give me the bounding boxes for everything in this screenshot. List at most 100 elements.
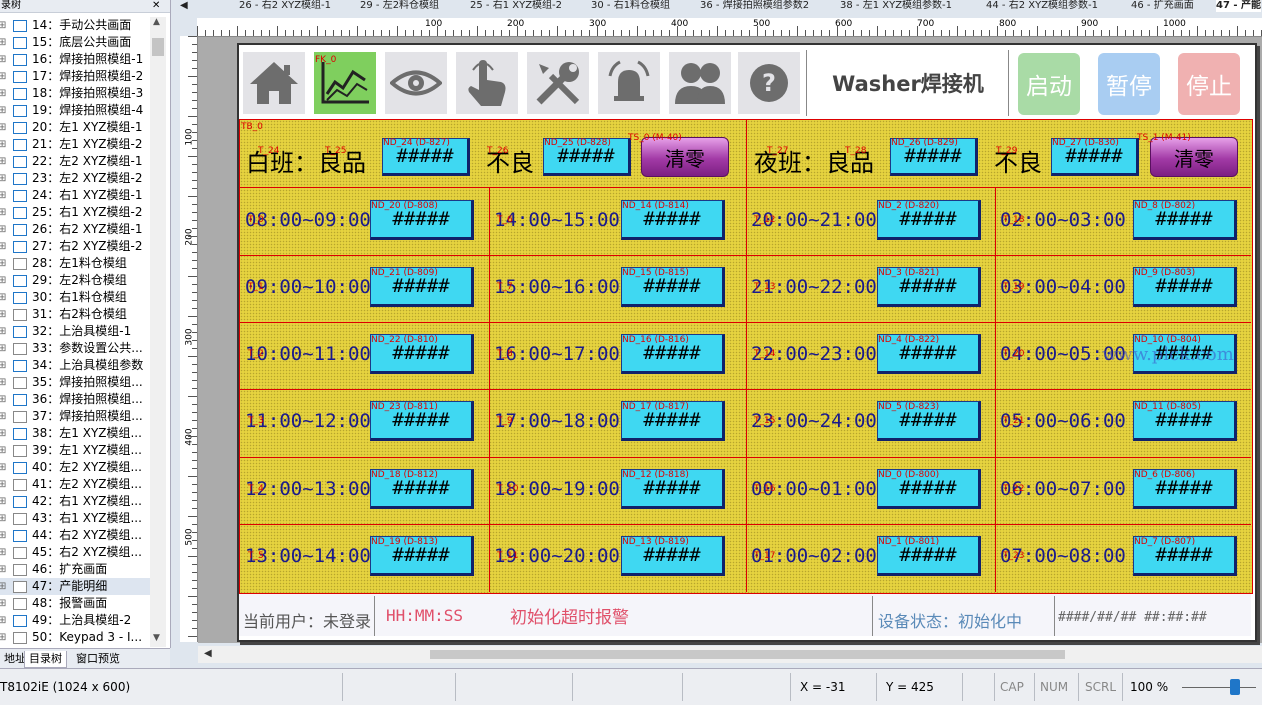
tree-item[interactable]: ⊞ 34：上治具模组参数 [0, 357, 150, 374]
tree-item[interactable]: ⊞ 47：产能明细 [0, 578, 150, 595]
tree-item[interactable]: ⊞ 18：焊接拍照模组-3 [0, 85, 150, 102]
tools-button[interactable] [527, 52, 589, 114]
tree-item[interactable]: ⊞ 26：右2 XYZ模组-1 [0, 221, 150, 238]
tree-item[interactable]: ⊞ 38：左1 XYZ模组... [0, 425, 150, 442]
expand-icon[interactable]: ⊞ [0, 476, 6, 493]
home-button[interactable] [243, 52, 305, 114]
day-clear-button[interactable]: 清零 [641, 137, 729, 177]
doc-tab[interactable]: 26 - 右2 XYZ模组-1 [239, 0, 331, 12]
expand-icon[interactable]: ⊞ [0, 272, 6, 289]
expand-icon[interactable]: ⊞ [0, 238, 6, 255]
tree-item[interactable]: ⊞ 31：右2料仓模组 [0, 306, 150, 323]
manual-button[interactable] [456, 52, 518, 114]
doc-tab[interactable]: 29 - 左2料仓模组 [360, 0, 439, 12]
tree-item[interactable]: ⊞ 35：焊接拍照模组... [0, 374, 150, 391]
expand-icon[interactable]: ⊞ [0, 391, 6, 408]
tree-item[interactable]: ⊞ 29：左2料仓模组 [0, 272, 150, 289]
expand-icon[interactable]: ⊞ [0, 595, 6, 612]
expand-icon[interactable]: ⊞ [0, 170, 6, 187]
expand-icon[interactable]: ⊞ [0, 306, 6, 323]
doc-tab-active[interactable]: 47 - 产能 [1216, 0, 1262, 12]
expand-icon[interactable]: ⊞ [0, 17, 6, 34]
doc-tab[interactable]: 30 - 右1料仓模组 [591, 0, 670, 12]
tree-item[interactable]: ⊞ 22：左2 XYZ模组-1 [0, 153, 150, 170]
expand-icon[interactable]: ⊞ [0, 374, 6, 391]
tree-item[interactable]: ⊞ 37：焊接拍照模组... [0, 408, 150, 425]
tab-scroll-left-icon[interactable]: ◀ [180, 0, 188, 12]
expand-icon[interactable]: ⊞ [0, 561, 6, 578]
expand-icon[interactable]: ⊞ [0, 340, 6, 357]
expand-icon[interactable]: ⊞ [0, 187, 6, 204]
expand-icon[interactable]: ⊞ [0, 102, 6, 119]
expand-icon[interactable]: ⊞ [0, 442, 6, 459]
expand-icon[interactable]: ⊞ [0, 136, 6, 153]
tree-item[interactable]: ⊞ 42：右1 XYZ模组... [0, 493, 150, 510]
tree-item[interactable]: ⊞ 41：左2 XYZ模组... [0, 476, 150, 493]
tree-item[interactable]: ⊞ 39：左1 XYZ模组... [0, 442, 150, 459]
tree-item[interactable]: ⊞ 44：右2 XYZ模组... [0, 527, 150, 544]
tree-item[interactable]: ⊞ 36：焊接拍照模组... [0, 391, 150, 408]
tree-item[interactable]: ⊞ 20：左1 XYZ模组-1 [0, 119, 150, 136]
users-button[interactable] [669, 52, 731, 114]
tree-item[interactable]: ⊞ 27：右2 XYZ模组-2 [0, 238, 150, 255]
expand-icon[interactable]: ⊞ [0, 578, 6, 595]
expand-icon[interactable]: ⊞ [0, 221, 6, 238]
canvas-scroll-thumb[interactable] [430, 650, 1065, 659]
pause-button[interactable]: 暂停 [1098, 53, 1160, 115]
expand-icon[interactable]: ⊞ [0, 425, 6, 442]
scroll-down-icon[interactable]: ▼ [153, 633, 160, 643]
tab-directory-tree[interactable]: 目录树 [24, 651, 67, 668]
expand-icon[interactable]: ⊞ [0, 357, 6, 374]
tree-item[interactable]: ⊞ 28：左1料仓模组 [0, 255, 150, 272]
tree-item[interactable]: ⊞ 46：扩充画面 [0, 561, 150, 578]
expand-icon[interactable]: ⊞ [0, 629, 6, 646]
start-button[interactable]: 启动 [1018, 53, 1080, 115]
expand-icon[interactable]: ⊞ [0, 459, 6, 476]
expand-icon[interactable]: ⊞ [0, 323, 6, 340]
expand-icon[interactable]: ⊞ [0, 408, 6, 425]
help-button[interactable]: ? [738, 52, 800, 114]
expand-icon[interactable]: ⊞ [0, 612, 6, 629]
tab-window-preview[interactable]: 窗口预览 [72, 651, 124, 667]
expand-icon[interactable]: ⊞ [0, 51, 6, 68]
tree-item[interactable]: ⊞ 24：右1 XYZ模组-1 [0, 187, 150, 204]
tree-item[interactable]: ⊞ 14：手动公共画面 [0, 17, 150, 34]
tree-scrollbar[interactable]: ▲ ▼ [150, 17, 166, 647]
tree-item[interactable]: ⊞ 45：右2 XYZ模组... [0, 544, 150, 561]
tree-item[interactable]: ⊞ 33：参数设置公共... [0, 340, 150, 357]
expand-icon[interactable]: ⊞ [0, 493, 6, 510]
tree-item[interactable]: ⊞ 15：底层公共画面 [0, 34, 150, 51]
expand-icon[interactable]: ⊞ [0, 153, 6, 170]
doc-tab[interactable]: 25 - 右1 XYZ模组-2 [470, 0, 562, 12]
expand-icon[interactable]: ⊞ [0, 255, 6, 272]
expand-icon[interactable]: ⊞ [0, 119, 6, 136]
stop-button[interactable]: 停止 [1178, 53, 1240, 115]
expand-icon[interactable]: ⊞ [0, 289, 6, 306]
tree-item[interactable]: ⊞ 21：左1 XYZ模组-2 [0, 136, 150, 153]
expand-icon[interactable]: ⊞ [0, 204, 6, 221]
zoom-slider-track[interactable] [1182, 687, 1256, 688]
zoom-slider-thumb[interactable] [1230, 679, 1240, 695]
tree-scroll-thumb[interactable] [152, 38, 164, 56]
tree-item[interactable]: ⊞ 49：上治具模组-2 [0, 612, 150, 629]
view-button[interactable] [385, 52, 447, 114]
tree-item[interactable]: ⊞ 43：右1 XYZ模组... [0, 510, 150, 527]
alarm-button[interactable] [598, 52, 660, 114]
night-clear-button[interactable]: 清零 [1150, 137, 1238, 177]
doc-tab[interactable]: 46 - 扩充画面 [1131, 0, 1194, 12]
doc-tab[interactable]: 36 - 焊接拍照模组参数2 [700, 0, 809, 12]
tree-item[interactable]: ⊞ 32：上治具模组-1 [0, 323, 150, 340]
expand-icon[interactable]: ⊞ [0, 68, 6, 85]
tree-item[interactable]: ⊞ 40：左2 XYZ模组... [0, 459, 150, 476]
doc-tab[interactable]: 38 - 左1 XYZ模组参数-1 [840, 0, 952, 12]
tree-item[interactable]: ⊞ 17：焊接拍照模组-2 [0, 68, 150, 85]
tree-item[interactable]: ⊞ 25：右1 XYZ模组-2 [0, 204, 150, 221]
tree-item[interactable]: ⊞ 16：焊接拍照模组-1 [0, 51, 150, 68]
scroll-left-icon[interactable]: ◀ [204, 648, 212, 659]
tree-item[interactable]: ⊞ 30：右1料仓模组 [0, 289, 150, 306]
expand-icon[interactable]: ⊞ [0, 527, 6, 544]
doc-tab[interactable]: 44 - 右2 XYZ模组参数-1 [986, 0, 1098, 12]
expand-icon[interactable]: ⊞ [0, 544, 6, 561]
expand-icon[interactable]: ⊞ [0, 85, 6, 102]
expand-icon[interactable]: ⊞ [0, 510, 6, 527]
